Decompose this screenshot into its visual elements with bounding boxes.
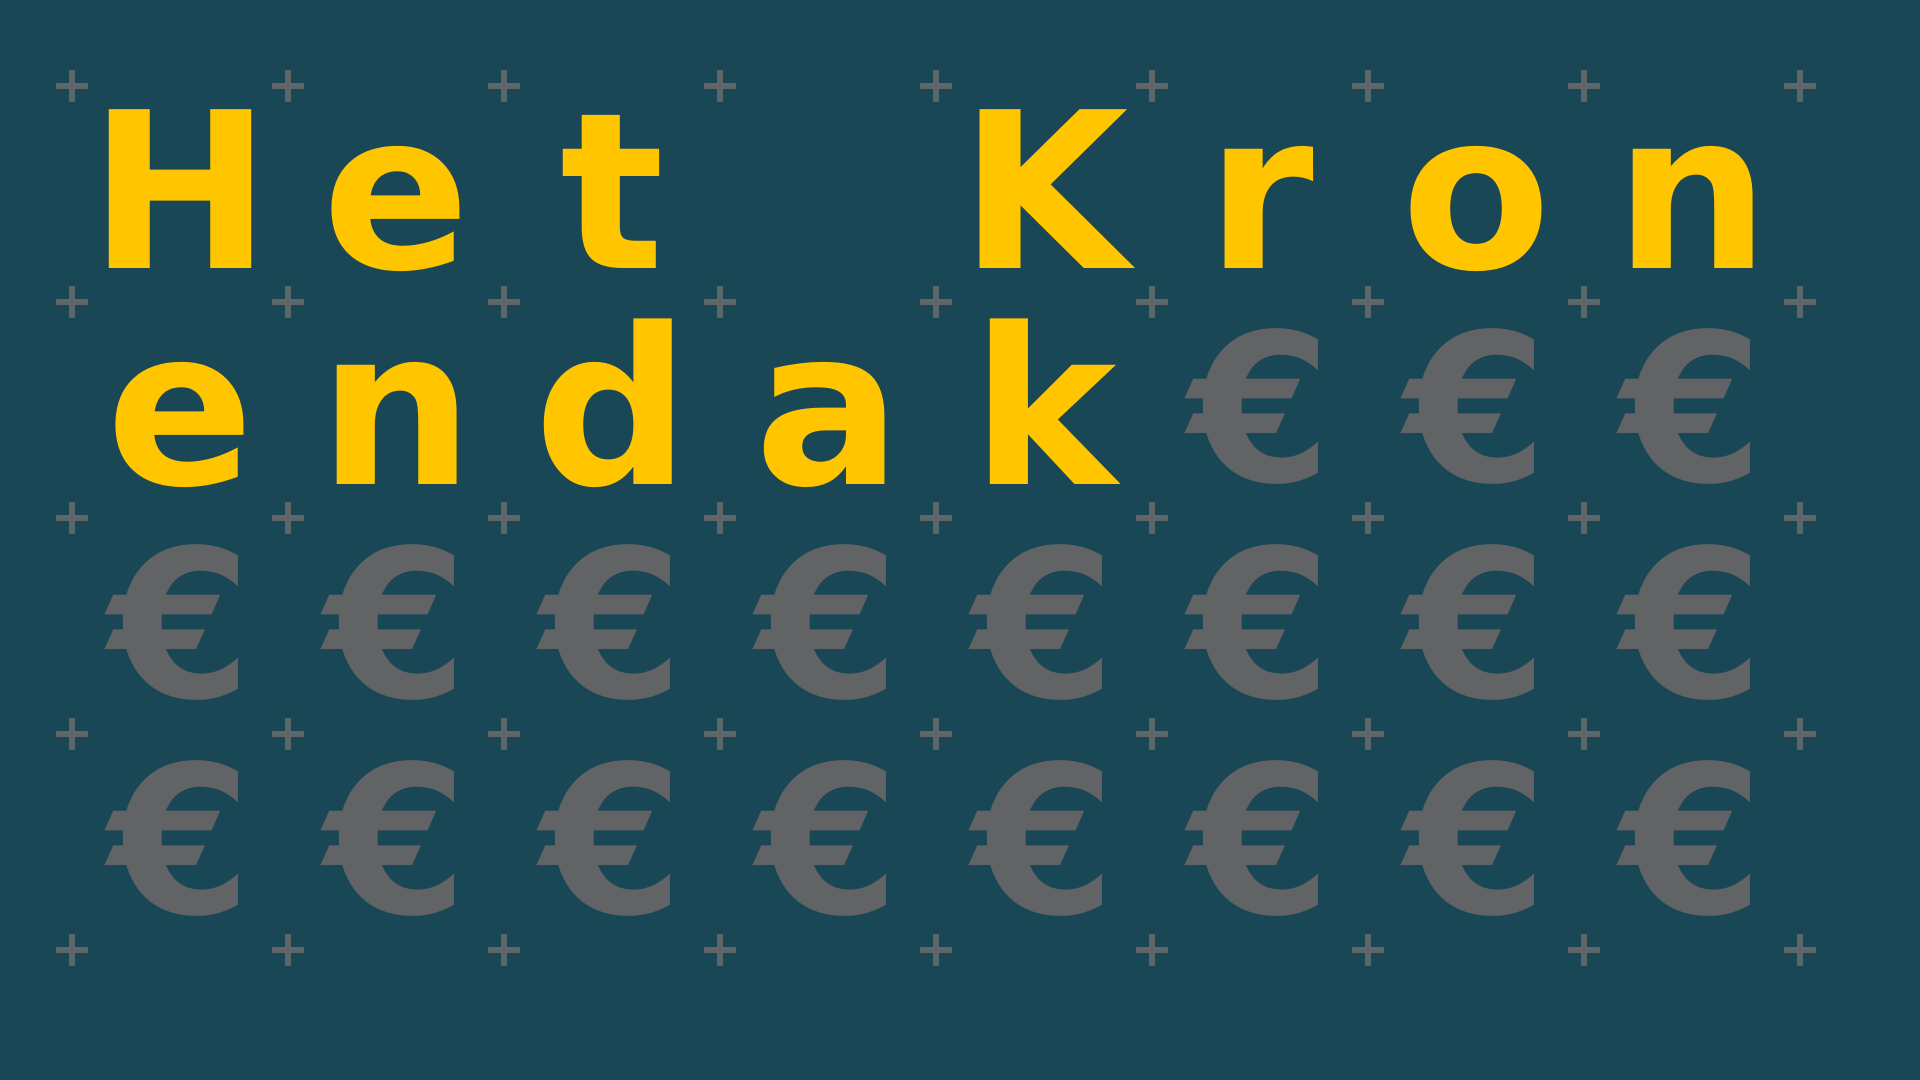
euro-sign-icon: € bbox=[108, 506, 252, 746]
euro-sign-icon: € bbox=[1620, 290, 1764, 530]
title-letter: d bbox=[533, 283, 691, 536]
title-letter: H bbox=[88, 67, 272, 320]
euro-sign-icon: € bbox=[1620, 722, 1764, 962]
blank-cell bbox=[720, 86, 936, 302]
euro-sign-icon: € bbox=[1188, 506, 1332, 746]
title-letter: t bbox=[559, 67, 665, 320]
euro-sign-icon: € bbox=[540, 506, 684, 746]
euro-sign-icon: € bbox=[1404, 722, 1548, 962]
title-letter: a bbox=[754, 283, 902, 536]
title-letter: K bbox=[959, 67, 1129, 320]
euro-sign-icon: € bbox=[1188, 722, 1332, 962]
word-grid-board: Het Kr o n e n d a k € € € € € € € € € € € € € € € € € € € bbox=[0, 0, 1920, 1080]
title-letter: n bbox=[1614, 67, 1770, 320]
euro-sign-icon: € bbox=[756, 506, 900, 746]
title-letter: r bbox=[1206, 67, 1314, 320]
euro-sign-icon: € bbox=[1620, 506, 1764, 746]
euro-sign-icon: € bbox=[972, 722, 1116, 962]
euro-sign-icon: € bbox=[972, 506, 1116, 746]
title-letter: n bbox=[318, 283, 474, 536]
euro-sign-icon: € bbox=[324, 722, 468, 962]
euro-sign-icon: € bbox=[540, 722, 684, 962]
title-letter: o bbox=[1401, 67, 1551, 320]
euro-sign-icon: € bbox=[1188, 290, 1332, 530]
euro-sign-icon: € bbox=[1404, 290, 1548, 530]
title-letter: k bbox=[971, 283, 1117, 536]
euro-sign-icon: € bbox=[324, 506, 468, 746]
euro-sign-icon: € bbox=[108, 722, 252, 962]
title-letter: e bbox=[322, 67, 470, 320]
euro-sign-icon: € bbox=[756, 722, 900, 962]
title-letter: e bbox=[106, 283, 254, 536]
euro-sign-icon: € bbox=[1404, 506, 1548, 746]
